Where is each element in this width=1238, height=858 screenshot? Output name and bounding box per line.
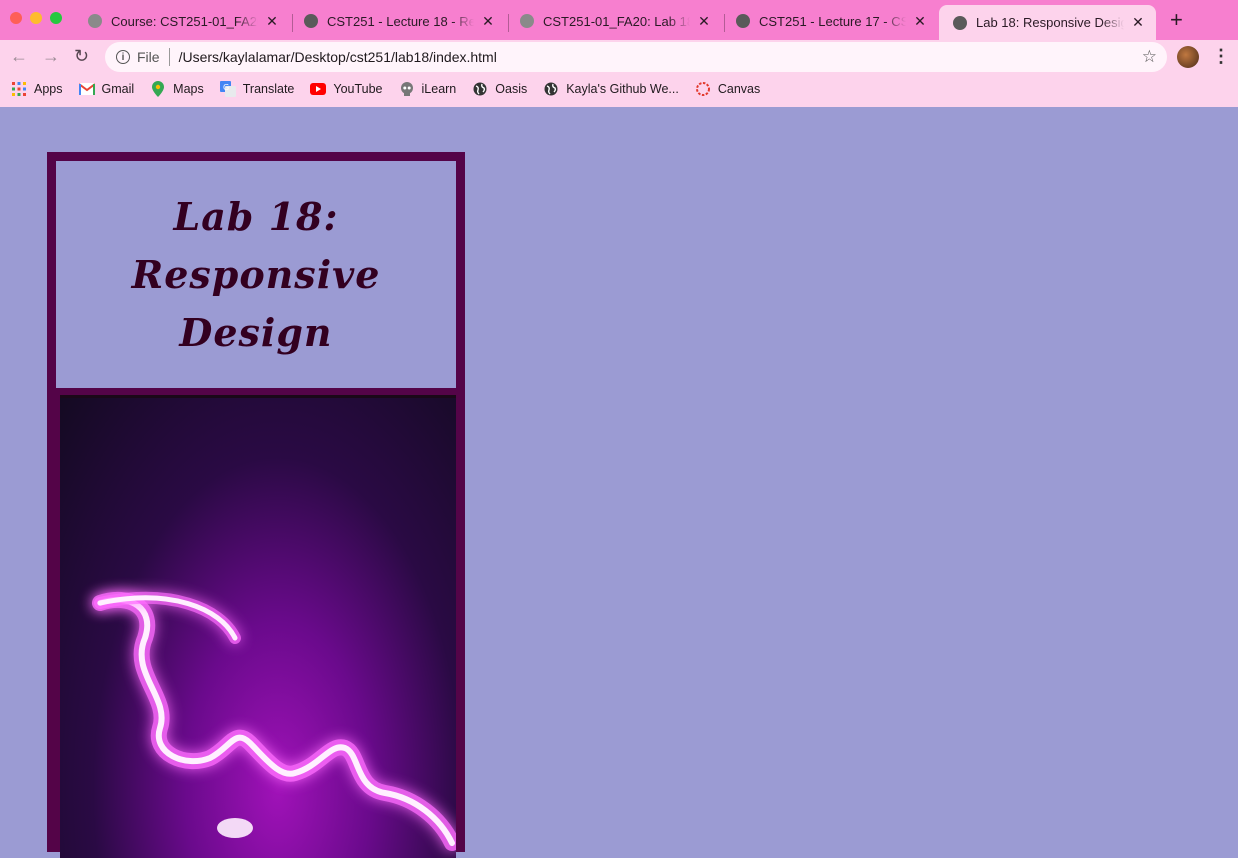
- bookmark-canvas[interactable]: Canvas: [695, 81, 760, 97]
- bookmark-maps[interactable]: Maps: [150, 81, 204, 97]
- tab-lecture-18[interactable]: CST251 - Lecture 18 - Responsive Design …: [290, 6, 506, 36]
- skull-icon: [520, 14, 534, 28]
- browser-chrome: Course: CST251-01_FA20: Web Development …: [0, 0, 1238, 107]
- skull-icon: [399, 81, 415, 97]
- title-line: Design: [179, 309, 333, 355]
- tab-course[interactable]: Course: CST251-01_FA20: Web Development …: [74, 6, 290, 36]
- bookmark-github[interactable]: Kayla's Github We...: [543, 81, 679, 97]
- close-tab-icon[interactable]: ✕: [912, 13, 928, 30]
- globe-icon: [304, 14, 318, 28]
- bookmarks-bar: Apps Gmail Maps G Translate YouTube iLea…: [0, 78, 765, 100]
- tab-title: CST251 - Lecture 17 - CSS Layouts: [759, 13, 906, 29]
- tab-lecture-17[interactable]: CST251 - Lecture 17 - CSS Layouts ✕: [722, 6, 938, 36]
- bookmark-label: iLearn: [421, 82, 457, 96]
- tab-strip: Course: CST251-01_FA20: Web Development …: [0, 0, 1238, 40]
- tab-title: Lab 18: Responsive Design: [976, 15, 1124, 30]
- close-window-button[interactable]: [10, 12, 22, 24]
- url-text[interactable]: /Users/kaylalamar/Desktop/cst251/lab18/i…: [179, 49, 497, 65]
- scheme-label: File: [137, 49, 160, 65]
- close-tab-icon[interactable]: ✕: [696, 13, 712, 30]
- globe-icon: [472, 81, 488, 97]
- bookmark-gmail[interactable]: Gmail: [78, 81, 135, 97]
- profile-avatar[interactable]: [1177, 46, 1199, 68]
- neon-bat-graphic: [92, 591, 456, 851]
- back-arrow-icon[interactable]: ←: [10, 46, 28, 66]
- bookmark-label: Oasis: [495, 82, 528, 96]
- maximize-window-button[interactable]: [50, 12, 62, 24]
- new-tab-button[interactable]: +: [1170, 9, 1183, 31]
- bookmark-label: Canvas: [717, 82, 761, 96]
- page-title: Lab 18: Responsive Design: [132, 188, 381, 362]
- bookmark-label: Translate: [242, 82, 295, 96]
- bookmark-label: Maps: [173, 82, 204, 96]
- close-tab-icon[interactable]: ✕: [480, 13, 496, 30]
- translate-icon: G: [219, 81, 236, 97]
- youtube-icon: [310, 81, 327, 97]
- title-line: Lab 18:: [173, 193, 339, 239]
- skull-icon: [88, 14, 102, 28]
- bookmark-translate[interactable]: G Translate: [219, 81, 295, 97]
- svg-text:G: G: [223, 83, 229, 92]
- maps-pin-icon: [150, 81, 166, 97]
- address-divider: [168, 48, 170, 66]
- bookmark-ilearn[interactable]: iLearn: [399, 81, 457, 97]
- bookmark-label: Apps: [34, 82, 63, 96]
- canvas-icon: [695, 81, 711, 97]
- address-bar[interactable]: i File /Users/kaylalamar/Desktop/cst251/…: [105, 42, 1167, 72]
- tab-lab-18-active[interactable]: Lab 18: Responsive Design ✕: [939, 5, 1156, 40]
- menu-kebab-icon[interactable]: ⋮: [1212, 46, 1230, 66]
- globe-icon: [953, 15, 967, 30]
- lab-card: Lab 18: Responsive Design: [47, 152, 465, 858]
- bookmark-youtube[interactable]: YouTube: [310, 81, 383, 97]
- globe-icon: [736, 14, 750, 28]
- bookmark-star-icon[interactable]: ☆: [1142, 47, 1157, 67]
- forward-arrow-icon[interactable]: →: [42, 46, 60, 66]
- bookmark-apps[interactable]: Apps: [11, 81, 63, 97]
- reload-icon[interactable]: ↻: [74, 46, 89, 66]
- tab-title: CST251-01_FA20: Lab 18: Responsive: [543, 13, 690, 29]
- title-line: Responsive: [131, 251, 381, 297]
- tab-title: Course: CST251-01_FA20: Web Development: [111, 13, 258, 29]
- bookmark-oasis[interactable]: Oasis: [472, 81, 527, 97]
- card-header: Lab 18: Responsive Design: [56, 161, 456, 388]
- bookmark-label: YouTube: [333, 82, 383, 96]
- globe-icon: [543, 81, 559, 97]
- tab-lab-18-canvas[interactable]: CST251-01_FA20: Lab 18: Responsive ✕: [506, 6, 722, 36]
- info-icon[interactable]: i: [116, 50, 130, 64]
- bookmark-label: Gmail: [101, 82, 135, 96]
- minimize-window-button[interactable]: [30, 12, 42, 24]
- tab-title: CST251 - Lecture 18 - Responsive Design: [327, 13, 474, 29]
- bookmark-label: Kayla's Github We...: [566, 82, 679, 96]
- neon-bat-image: [60, 395, 456, 858]
- gmail-icon: [78, 81, 95, 97]
- close-tab-icon[interactable]: ✕: [1130, 14, 1146, 31]
- apps-grid-icon: [11, 81, 27, 97]
- close-tab-icon[interactable]: ✕: [264, 13, 280, 30]
